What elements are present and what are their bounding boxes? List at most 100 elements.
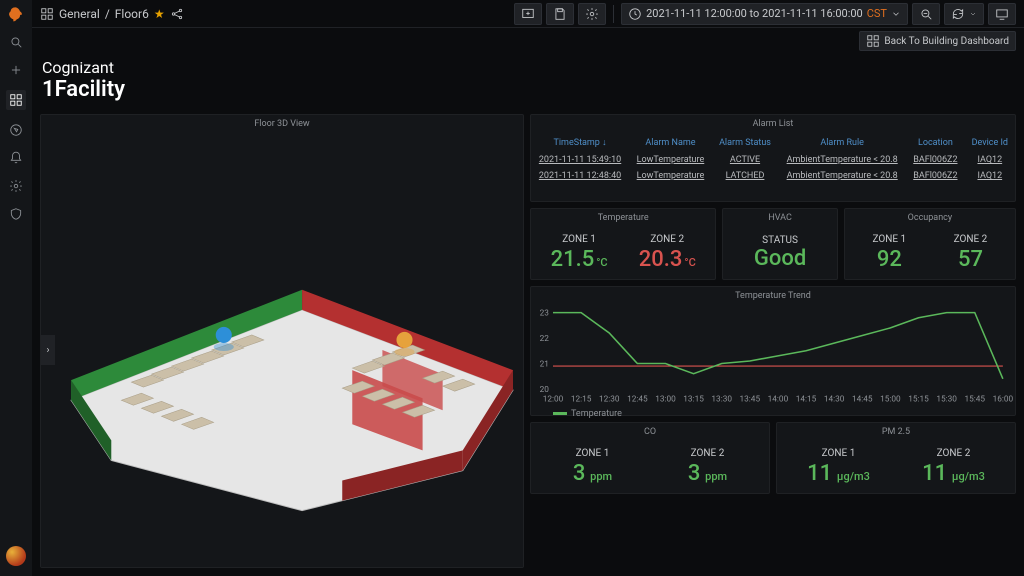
svg-text:15:45: 15:45 (964, 394, 985, 404)
svg-text:13:00: 13:00 (655, 394, 676, 404)
alarm-cell[interactable]: AmbientTemperature < 20.8 (778, 152, 906, 168)
svg-text:15:30: 15:30 (936, 394, 957, 404)
breadcrumb[interactable]: General / Floor6 ★ (40, 7, 184, 21)
alarm-cell[interactable]: BAFl006Z2 (906, 152, 964, 168)
plus-icon[interactable] (8, 62, 24, 78)
user-avatar[interactable] (6, 546, 26, 566)
temperature-panel: Temperature ZONE 121.5°CZONE 220.3°C (530, 208, 716, 280)
zone-value: 92 (873, 247, 907, 272)
svg-text:22: 22 (540, 334, 550, 344)
svg-text:14:45: 14:45 (852, 394, 873, 404)
svg-text:14:30: 14:30 (824, 394, 845, 404)
svg-text:14:15: 14:15 (796, 394, 817, 404)
zone-stat: ZONE 2 3 ppm (688, 448, 727, 486)
table-row: 2021-11-11 15:49:10LowTemperatureACTIVEA… (531, 152, 1015, 168)
shield-icon[interactable] (8, 206, 24, 222)
pm25-panel: PM 2.5 ZONE 111 µg/m3ZONE 211 µg/m3 (776, 422, 1016, 494)
svg-text:12:15: 12:15 (571, 394, 592, 404)
zoom-out-button[interactable] (912, 3, 940, 25)
tv-mode-button[interactable] (988, 3, 1016, 25)
alarm-col-header[interactable]: Alarm Name (629, 133, 712, 152)
star-icon[interactable]: ★ (154, 7, 165, 21)
hvac-status-label: STATUS (762, 235, 798, 246)
zone-value: 3 ppm (688, 461, 727, 486)
svg-text:15:00: 15:00 (880, 394, 901, 404)
alarm-cell[interactable]: IAQ12 (965, 152, 1015, 168)
crumb-folder[interactable]: General (59, 7, 100, 21)
alarm-col-header[interactable]: Alarm Status (712, 133, 778, 152)
hvac-status-value: Good (754, 246, 806, 271)
svg-text:23: 23 (540, 309, 550, 319)
svg-text:16:00: 16:00 (993, 394, 1014, 404)
zone-value: 20.3°C (639, 247, 696, 272)
alerting-icon[interactable] (8, 150, 24, 166)
zone-label: ZONE 2 (922, 448, 985, 459)
trend-legend: Temperature (531, 409, 1015, 419)
save-button[interactable] (546, 3, 574, 25)
grid-icon (866, 34, 880, 48)
page-title: Cognizant 1Facility (40, 54, 1016, 108)
svg-text:21: 21 (540, 360, 549, 370)
search-icon[interactable] (8, 34, 24, 50)
timerange-label: 2021-11-11 12:00:00 to 2021-11-11 16:00:… (646, 7, 863, 20)
alarm-cell[interactable]: AmbientTemperature < 20.8 (778, 168, 906, 184)
dashboards-icon[interactable] (6, 90, 26, 110)
alarm-cell[interactable]: IAQ12 (965, 168, 1015, 184)
svg-text:12:00: 12:00 (543, 394, 564, 404)
alarm-cell[interactable]: LowTemperature (629, 152, 712, 168)
zone-value: 3 ppm (573, 461, 612, 486)
alarm-cell[interactable]: LowTemperature (629, 168, 712, 184)
svg-text:13:30: 13:30 (711, 394, 732, 404)
refresh-button[interactable] (944, 3, 984, 25)
floor3d-title: Floor 3D View (41, 115, 523, 133)
timerange-picker[interactable]: 2021-11-11 12:00:00 to 2021-11-11 16:00:… (621, 3, 908, 25)
grafana-logo-icon[interactable] (8, 6, 24, 22)
chevron-down-icon (969, 10, 977, 18)
back-link-label: Back To Building Dashboard (884, 36, 1009, 47)
table-row: 2021-11-11 12:48:40LowTemperatureLATCHED… (531, 168, 1015, 184)
alarm-col-header[interactable]: Location (906, 133, 964, 152)
share-icon[interactable] (170, 7, 184, 21)
alarm-cell[interactable]: 2021-11-11 15:49:10 (531, 152, 629, 168)
trend-panel: Temperature Trend 2021222312:0012:1512:3… (530, 286, 1016, 416)
grid-icon (40, 7, 54, 21)
alarm-col-header[interactable]: Alarm Rule (778, 133, 906, 152)
alarm-table: TimeStamp ↓Alarm NameAlarm StatusAlarm R… (531, 133, 1015, 184)
add-panel-button[interactable] (514, 3, 542, 25)
zone-label: ZONE 2 (954, 234, 988, 245)
alarm-cell[interactable]: 2021-11-11 12:48:40 (531, 168, 629, 184)
svg-text:15:15: 15:15 (908, 394, 929, 404)
zone-stat: ZONE 257 (954, 234, 988, 272)
zone-label: ZONE 1 (807, 448, 870, 459)
floor3d-canvas[interactable]: › (41, 133, 523, 567)
alarm-panel: Alarm List TimeStamp ↓Alarm NameAlarm St… (530, 114, 1016, 202)
floor3d-panel: Floor 3D View › (40, 114, 524, 568)
svg-text:12:30: 12:30 (599, 394, 620, 404)
hvac-panel: HVAC STATUS Good (722, 208, 837, 280)
alarm-col-header[interactable]: Device Id (965, 133, 1015, 152)
co-panel: CO ZONE 13 ppmZONE 23 ppm (530, 422, 770, 494)
org-name: Cognizant (42, 58, 1014, 77)
alarm-cell[interactable]: BAFl006Z2 (906, 168, 964, 184)
svg-text:13:45: 13:45 (740, 394, 761, 404)
settings-button[interactable] (578, 3, 606, 25)
alarm-cell[interactable]: LATCHED (712, 168, 778, 184)
svg-text:12:45: 12:45 (627, 394, 648, 404)
zone-label: ZONE 2 (688, 448, 727, 459)
occupancy-panel: Occupancy ZONE 192ZONE 257 (844, 208, 1016, 280)
explore-icon[interactable] (8, 122, 24, 138)
alarm-col-header[interactable]: TimeStamp ↓ (531, 133, 629, 152)
chevron-down-icon (891, 9, 901, 19)
trend-chart[interactable]: 2021222312:0012:1512:3012:4513:0013:1513… (553, 307, 1007, 405)
config-gear-icon[interactable] (8, 178, 24, 194)
zone-label: ZONE 1 (573, 448, 612, 459)
zone-value: 11 µg/m3 (922, 461, 985, 486)
clock-icon (628, 7, 642, 21)
alarm-cell[interactable]: ACTIVE (712, 152, 778, 168)
crumb-dashboard[interactable]: Floor6 (115, 7, 149, 21)
alarm-title: Alarm List (531, 115, 1015, 133)
zone-stat: ZONE 111 µg/m3 (807, 448, 870, 486)
zone-label: ZONE 1 (551, 234, 608, 245)
zone-stat: ZONE 121.5°C (551, 234, 608, 272)
back-to-building-link[interactable]: Back To Building Dashboard (859, 31, 1016, 51)
